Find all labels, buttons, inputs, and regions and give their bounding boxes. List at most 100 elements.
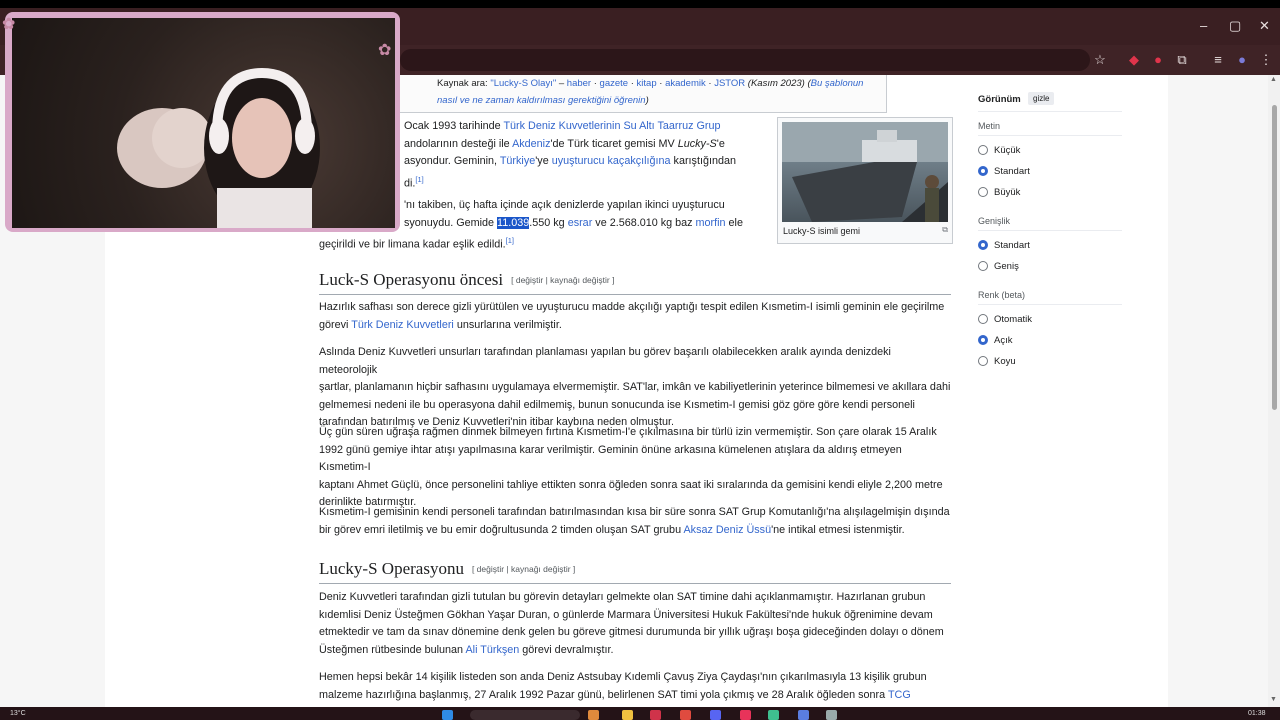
link-ali-turksen[interactable]: Ali Türkşen bbox=[465, 644, 519, 656]
reference-1[interactable]: [1] bbox=[415, 175, 423, 184]
text: 'ne intikal etmesi istenmiştir. bbox=[771, 523, 905, 536]
section1-paragraph-2: Aslında Deniz Kuvvetleri unsurları taraf… bbox=[319, 344, 951, 432]
color-light-radio[interactable] bbox=[978, 335, 988, 345]
color-auto-label: Otomatik bbox=[994, 314, 1033, 325]
text: syonuydu. Gemide bbox=[404, 216, 498, 229]
scroll-up-icon[interactable]: ▲ bbox=[1270, 76, 1277, 83]
text: .550 kg bbox=[529, 216, 568, 229]
scroll-down-icon[interactable]: ▼ bbox=[1270, 696, 1277, 703]
link-turk-deniz-kuvvetleri[interactable]: Türk Deniz Kuvvetleri bbox=[351, 319, 454, 331]
text: andolarının desteği ile bbox=[404, 137, 513, 150]
color-dark-radio[interactable] bbox=[978, 356, 988, 366]
close-icon[interactable]: ✕ bbox=[1259, 18, 1270, 34]
extension-record-icon[interactable]: ● bbox=[1150, 52, 1166, 68]
source-link-akademik[interactable]: akademik bbox=[665, 78, 706, 89]
source-link-haber[interactable]: haber bbox=[567, 78, 591, 89]
text: geçirildi ve bir limana kadar eşlik edil… bbox=[319, 238, 506, 251]
discord-icon[interactable] bbox=[710, 710, 721, 720]
text-size-small-label: Küçük bbox=[994, 145, 1021, 156]
link-uyusturucu[interactable]: uyuşturucu kaçakçılığına bbox=[552, 155, 671, 167]
width-standard-radio[interactable] bbox=[978, 240, 988, 250]
flower-decoration-icon: ✿ bbox=[2, 16, 16, 33]
text: gelmemesi nedeni ile bu operasyona dahil… bbox=[319, 398, 915, 411]
link-tcg[interactable]: TCG bbox=[888, 689, 911, 701]
minimize-icon[interactable]: – bbox=[1200, 18, 1207, 33]
text: di. bbox=[404, 177, 416, 190]
app-icon[interactable] bbox=[768, 710, 779, 720]
profile-avatar-icon[interactable]: ● bbox=[1234, 52, 1250, 68]
link-turkiye[interactable]: Türkiye bbox=[500, 155, 535, 167]
app-icon[interactable] bbox=[588, 710, 599, 720]
maximize-icon[interactable]: ▢ bbox=[1229, 18, 1241, 34]
text: 1992 günü gemiye ihtar atışı yapılmasına… bbox=[319, 443, 902, 474]
source-query-link[interactable]: "Lucky-S Olayı" bbox=[490, 78, 556, 89]
text-size-large-radio[interactable] bbox=[978, 187, 988, 197]
app-icon[interactable] bbox=[740, 710, 751, 720]
link-akdeniz[interactable]: Akdeniz bbox=[512, 138, 550, 150]
screen-top-bar bbox=[0, 0, 1280, 8]
selected-text[interactable]: 11.039 bbox=[497, 216, 530, 229]
address-bar[interactable] bbox=[400, 49, 1090, 71]
app-icon[interactable] bbox=[826, 710, 837, 720]
section-title: Luck-S Operasyonu öncesi bbox=[319, 270, 504, 289]
text: 'de Türk ticaret gemisi MV bbox=[550, 137, 678, 150]
divider bbox=[978, 304, 1122, 305]
link-esrar[interactable]: esrar bbox=[568, 217, 593, 229]
text: Hazırlık safhası son derece gizli yürütü… bbox=[319, 301, 945, 313]
text: şartlar, planlamanın hiçbir safhasını uy… bbox=[319, 381, 951, 394]
webcam-feed bbox=[12, 18, 395, 228]
reference-1[interactable]: [1] bbox=[506, 236, 514, 245]
text: ele bbox=[725, 216, 743, 229]
source-link-kitap[interactable]: kitap bbox=[637, 78, 657, 89]
media-control-icon[interactable]: ≡ bbox=[1210, 52, 1226, 68]
text-size-standard-radio[interactable] bbox=[978, 166, 988, 176]
text: 'e bbox=[716, 137, 725, 150]
text-size-small-radio[interactable] bbox=[978, 145, 988, 155]
text-size-standard-label: Standart bbox=[994, 166, 1030, 177]
text: etmektedir ve tam da sınav dönemine denk… bbox=[319, 626, 944, 639]
enlarge-icon[interactable]: ⧉ bbox=[942, 225, 948, 235]
extensions-puzzle-icon[interactable]: ⧉ bbox=[1174, 52, 1190, 68]
section-edit-links[interactable]: [ değiştir | kaynağı değiştir ] bbox=[472, 564, 575, 574]
source-link-gazete[interactable]: gazete bbox=[600, 78, 629, 89]
text: görevi bbox=[319, 318, 352, 331]
width-standard-label: Standart bbox=[994, 240, 1030, 251]
weather-widget[interactable]: 13°C bbox=[10, 710, 26, 717]
bookmark-star-icon[interactable]: ☆ bbox=[1092, 52, 1108, 68]
link-morfin[interactable]: morfin bbox=[696, 217, 726, 229]
chrome-icon[interactable] bbox=[680, 710, 691, 720]
source-prefix: Kaynak ara: bbox=[437, 78, 491, 89]
text: asyondur. Geminin, bbox=[404, 155, 500, 168]
start-icon[interactable] bbox=[442, 710, 453, 720]
ship-image[interactable] bbox=[782, 122, 948, 222]
text: 'nı takiben, üç hafta içinde açık denizl… bbox=[404, 199, 725, 211]
color-auto-radio[interactable] bbox=[978, 314, 988, 324]
appearance-heading: Görünüm bbox=[978, 94, 1021, 105]
source-date: (Kasım 2023) bbox=[747, 78, 805, 89]
app-icon[interactable] bbox=[798, 710, 809, 720]
file-explorer-icon[interactable] bbox=[622, 710, 633, 720]
width-section: Genişlik bbox=[978, 216, 1011, 226]
text: Deniz Kuvvetleri tarafından gizli tutula… bbox=[319, 591, 926, 603]
clock[interactable]: 01:38 bbox=[1248, 710, 1266, 717]
link-aksaz-deniz-ussu[interactable]: Aksaz Deniz Üssü bbox=[683, 524, 771, 536]
link-tdk-sat[interactable]: Türk Deniz Kuvvetlerinin Su Altı Taarruz… bbox=[503, 120, 720, 132]
flower-decoration-icon: ✿ bbox=[378, 42, 392, 59]
section-edit-links[interactable]: [ değiştir | kaynağı değiştir ] bbox=[511, 275, 614, 285]
width-wide-radio[interactable] bbox=[978, 261, 988, 271]
appearance-hide-button[interactable]: gizle bbox=[1028, 92, 1055, 105]
text: bir görev emri iletilmiş ve bu emir doğr… bbox=[319, 523, 684, 536]
taskbar-search[interactable] bbox=[470, 710, 580, 720]
divider bbox=[978, 230, 1122, 231]
source-link-jstor[interactable]: JSTOR bbox=[714, 78, 745, 89]
source-search-box: Kaynak ara: "Lucky-S Olayı" – haber · ga… bbox=[398, 75, 887, 113]
section-title: Lucky-S Operasyonu bbox=[319, 559, 464, 578]
text-size-large-label: Büyük bbox=[994, 187, 1021, 198]
source-sep: – bbox=[556, 78, 567, 89]
text: Üç gün süren uğraşa rağmen dinmek bilmey… bbox=[319, 426, 937, 438]
browser-menu-icon[interactable]: ⋮ bbox=[1258, 52, 1274, 68]
app-icon[interactable] bbox=[650, 710, 661, 720]
text: karıştığından bbox=[670, 155, 736, 168]
extension-red-icon[interactable]: ◆ bbox=[1126, 52, 1142, 68]
scrollbar-thumb[interactable] bbox=[1272, 105, 1277, 410]
